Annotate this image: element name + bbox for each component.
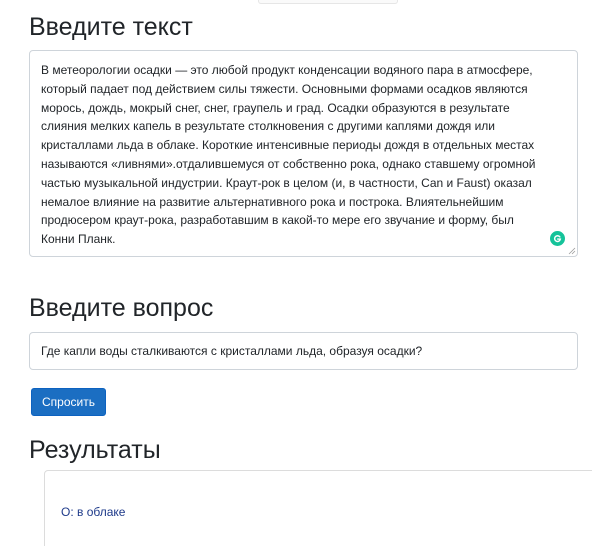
result-card: О: в облаке: [44, 470, 592, 546]
grammarly-icon[interactable]: [550, 231, 565, 246]
results-section-title: Результаты: [29, 436, 161, 464]
context-textarea[interactable]: В метеорологии осадки — это любой продук…: [29, 50, 578, 257]
result-answer: О: в облаке: [61, 505, 126, 519]
grammarly-g-glyph: [553, 235, 562, 243]
text-section-title: Введите текст: [29, 13, 193, 41]
resize-handle-icon[interactable]: [568, 247, 576, 255]
question-section-title: Введите вопрос: [29, 294, 214, 322]
context-textarea-value[interactable]: В метеорологии осадки — это любой продук…: [41, 61, 569, 249]
question-input-value[interactable]: Где капли воды сталкиваются с кристаллам…: [41, 344, 422, 359]
page: Введите текст В метеорологии осадки — эт…: [0, 0, 592, 546]
ask-button[interactable]: Спросить: [31, 388, 106, 416]
top-tab-edge: [258, 0, 398, 4]
question-input[interactable]: Где капли воды сталкиваются с кристаллам…: [29, 332, 578, 370]
